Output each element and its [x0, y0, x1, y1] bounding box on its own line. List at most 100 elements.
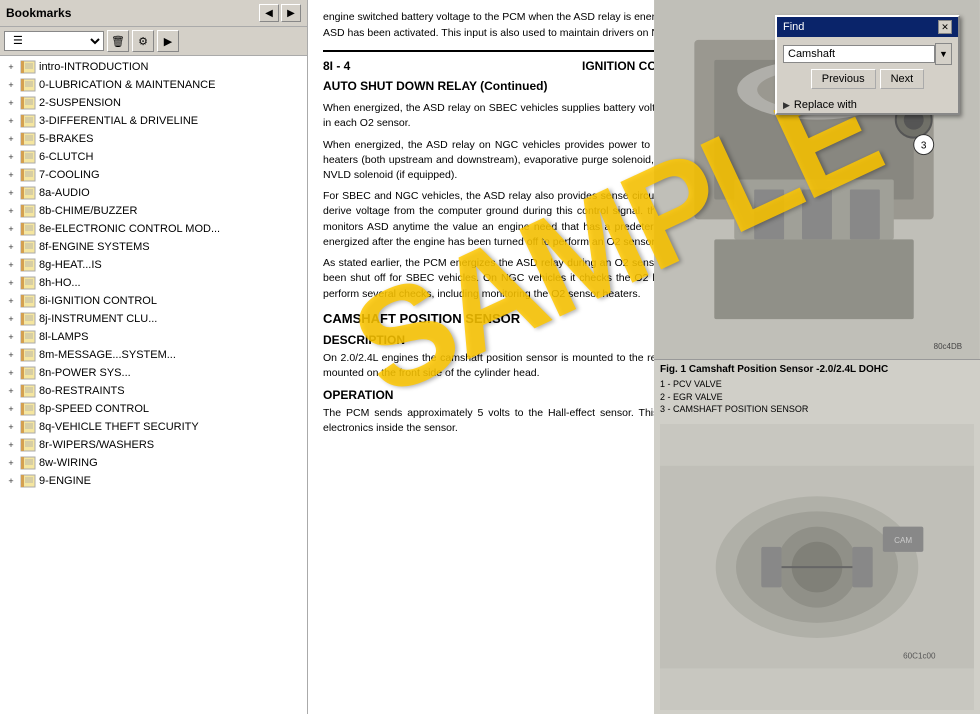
book-icon	[20, 240, 36, 254]
expand-icon: +	[4, 294, 18, 308]
expand-icon: +	[4, 348, 18, 362]
bookmark-item[interactable]: + 8f-ENGINE SYSTEMS	[0, 238, 307, 256]
find-title: Find	[783, 21, 804, 33]
expand-icon: +	[4, 438, 18, 452]
bookmark-item[interactable]: + 3-DIFFERENTIAL & DRIVELINE	[0, 112, 307, 130]
bookmark-item[interactable]: + 6-CLUTCH	[0, 148, 307, 166]
sidebar-nav-left-button[interactable]: ◀	[259, 4, 279, 22]
previous-button[interactable]: Previous	[811, 69, 876, 89]
options-button[interactable]: ⚙	[132, 30, 154, 52]
replace-with-row: ▶ Replace with	[777, 95, 958, 113]
bookmark-label: 8f-ENGINE SYSTEMS	[39, 241, 150, 253]
expand-icon: +	[4, 330, 18, 344]
expand-icon: +	[4, 420, 18, 434]
book-icon	[20, 474, 36, 488]
bookmarks-list: + intro-INTRODUCTION+ 0-LUBRICATION & MA…	[0, 56, 307, 714]
bookmark-label: 7-COOLING	[39, 169, 100, 181]
expand-icon: +	[4, 132, 18, 146]
fig1-caption: Fig. 1 Camshaft Position Sensor -2.0/2.4…	[660, 364, 974, 375]
bookmark-item[interactable]: + 8r-WIPERS/WASHERS	[0, 436, 307, 454]
bookmark-label: 8b-CHIME/BUZZER	[39, 205, 137, 217]
sidebar: Bookmarks ◀ ▶ ☰ 🗑 ⚙ ▶ + intro-INTRODUCTI…	[0, 0, 308, 714]
find-close-button[interactable]: ✕	[938, 20, 952, 34]
bookmark-item[interactable]: + 8o-RESTRAINTS	[0, 382, 307, 400]
bookmark-label: 8n-POWER SYS...	[39, 367, 131, 379]
main-content: Find ✕ ▼ Previous Next ▶ Replace with en…	[308, 0, 980, 714]
sidebar-header-buttons: ◀ ▶	[259, 4, 301, 22]
book-icon	[20, 384, 36, 398]
expand-icon: +	[4, 204, 18, 218]
book-icon	[20, 348, 36, 362]
bookmark-item[interactable]: + 8p-SPEED CONTROL	[0, 400, 307, 418]
bookmark-item[interactable]: + 8w-WIRING	[0, 454, 307, 472]
settings-button[interactable]: ▶	[157, 30, 179, 52]
bookmark-label: 8m-MESSAGE...SYSTEM...	[39, 349, 176, 361]
book-icon	[20, 168, 36, 182]
book-icon	[20, 330, 36, 344]
find-title-bar: Find ✕	[777, 17, 958, 37]
delete-button[interactable]: 🗑	[107, 30, 129, 52]
bookmark-item[interactable]: + 8h-HO...	[0, 274, 307, 292]
sidebar-view-dropdown[interactable]: ☰	[4, 31, 104, 51]
bookmark-item[interactable]: + 8e-ELECTRONIC CONTROL MOD...	[0, 220, 307, 238]
sidebar-toolbar: ☰ 🗑 ⚙ ▶	[0, 27, 307, 56]
bookmark-item[interactable]: + 2-SUSPENSION	[0, 94, 307, 112]
bookmark-label: 8o-RESTRAINTS	[39, 385, 125, 397]
book-icon	[20, 132, 36, 146]
find-body: ▼ Previous Next	[777, 37, 958, 95]
bookmark-item[interactable]: + 0-LUBRICATION & MAINTENANCE	[0, 76, 307, 94]
bookmark-label: 8q-VEHICLE THEFT SECURITY	[39, 421, 199, 433]
bookmark-label: 0-LUBRICATION & MAINTENANCE	[39, 79, 215, 91]
expand-icon: +	[4, 114, 18, 128]
bookmark-label: 8a-AUDIO	[39, 187, 90, 199]
bookmark-item[interactable]: + 8i-IGNITION CONTROL	[0, 292, 307, 310]
bookmark-item[interactable]: + 8a-AUDIO	[0, 184, 307, 202]
bookmark-label: 5-BRAKES	[39, 133, 93, 145]
bookmark-item[interactable]: + 8q-VEHICLE THEFT SECURITY	[0, 418, 307, 436]
expand-icon: +	[4, 474, 18, 488]
expand-icon: +	[4, 96, 18, 110]
bookmark-item[interactable]: + 8l-LAMPS	[0, 328, 307, 346]
bookmark-label: 2-SUSPENSION	[39, 97, 121, 109]
book-icon	[20, 60, 36, 74]
book-icon	[20, 186, 36, 200]
bookmark-label: 8e-ELECTRONIC CONTROL MOD...	[39, 223, 220, 235]
expand-icon: +	[4, 312, 18, 326]
bookmark-item[interactable]: + 8n-POWER SYS...	[0, 364, 307, 382]
expand-icon: +	[4, 150, 18, 164]
bookmark-item[interactable]: + 7-COOLING	[0, 166, 307, 184]
svg-text:CAM: CAM	[894, 536, 912, 545]
expand-icon: +	[4, 222, 18, 236]
book-icon	[20, 222, 36, 236]
diagram-bottom-image: CAM 60C1c00	[660, 424, 974, 710]
next-button[interactable]: Next	[880, 69, 925, 89]
bookmark-item[interactable]: + 8b-CHIME/BUZZER	[0, 202, 307, 220]
bookmark-label: 8i-IGNITION CONTROL	[39, 295, 157, 307]
find-dropdown-button[interactable]: ▼	[935, 43, 952, 65]
bookmark-item[interactable]: + 9-ENGINE	[0, 472, 307, 490]
bookmark-item[interactable]: + 5-BRAKES	[0, 130, 307, 148]
bookmark-item[interactable]: + 8j-INSTRUMENT CLU...	[0, 310, 307, 328]
expand-icon: +	[4, 366, 18, 380]
book-icon	[20, 258, 36, 272]
expand-icon: +	[4, 240, 18, 254]
find-input[interactable]	[783, 45, 935, 63]
bookmark-item[interactable]: + intro-INTRODUCTION	[0, 58, 307, 76]
svg-text:60C1c00: 60C1c00	[903, 651, 936, 660]
sidebar-header: Bookmarks ◀ ▶	[0, 0, 307, 27]
book-icon	[20, 312, 36, 326]
fig1-label-2: 2 - EGR VALVE	[660, 391, 974, 404]
replace-with-label: Replace with	[794, 99, 857, 111]
sidebar-nav-right-button[interactable]: ▶	[281, 4, 301, 22]
expand-icon: +	[4, 78, 18, 92]
bookmark-label: 8h-HO...	[39, 277, 81, 289]
bookmark-item[interactable]: + 8m-MESSAGE...SYSTEM...	[0, 346, 307, 364]
book-icon	[20, 438, 36, 452]
expand-icon: +	[4, 168, 18, 182]
bookmark-item[interactable]: + 8g-HEAT...IS	[0, 256, 307, 274]
book-icon	[20, 96, 36, 110]
bookmark-label: 6-CLUTCH	[39, 151, 93, 163]
expand-icon: +	[4, 456, 18, 470]
bookmark-label: 8g-HEAT...IS	[39, 259, 102, 271]
svg-text:3: 3	[921, 141, 927, 152]
